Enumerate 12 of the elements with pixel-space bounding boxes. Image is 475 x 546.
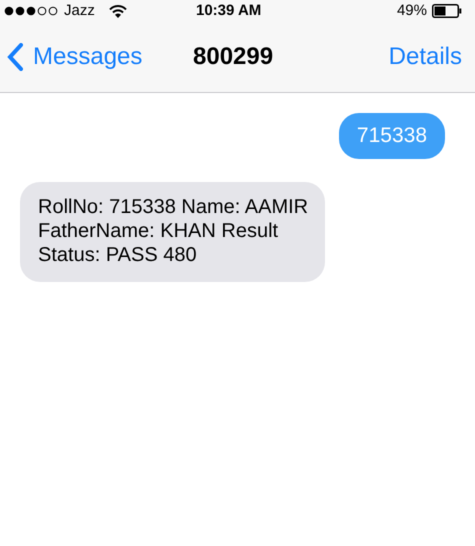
signal-icon [4, 6, 59, 16]
clock-time: 10:39 AM [196, 0, 262, 21]
back-chevron-icon [7, 43, 23, 71]
back-button[interactable]: Messages [7, 39, 142, 75]
details-link[interactable]: Details [388, 39, 462, 75]
sent-message-bubble: 715338 [338, 113, 445, 159]
received-message-bubble: RollNo: 715338 Name: AAMIR FatherName: KHAN Result Status: PASS 480 [20, 182, 325, 282]
battery-percent: 49% [396, 0, 427, 21]
conversation-title: 800299 [193, 42, 274, 72]
battery-icon [432, 4, 462, 18]
carrier-name: Jazz [64, 0, 95, 21]
wifi-icon [108, 4, 127, 18]
